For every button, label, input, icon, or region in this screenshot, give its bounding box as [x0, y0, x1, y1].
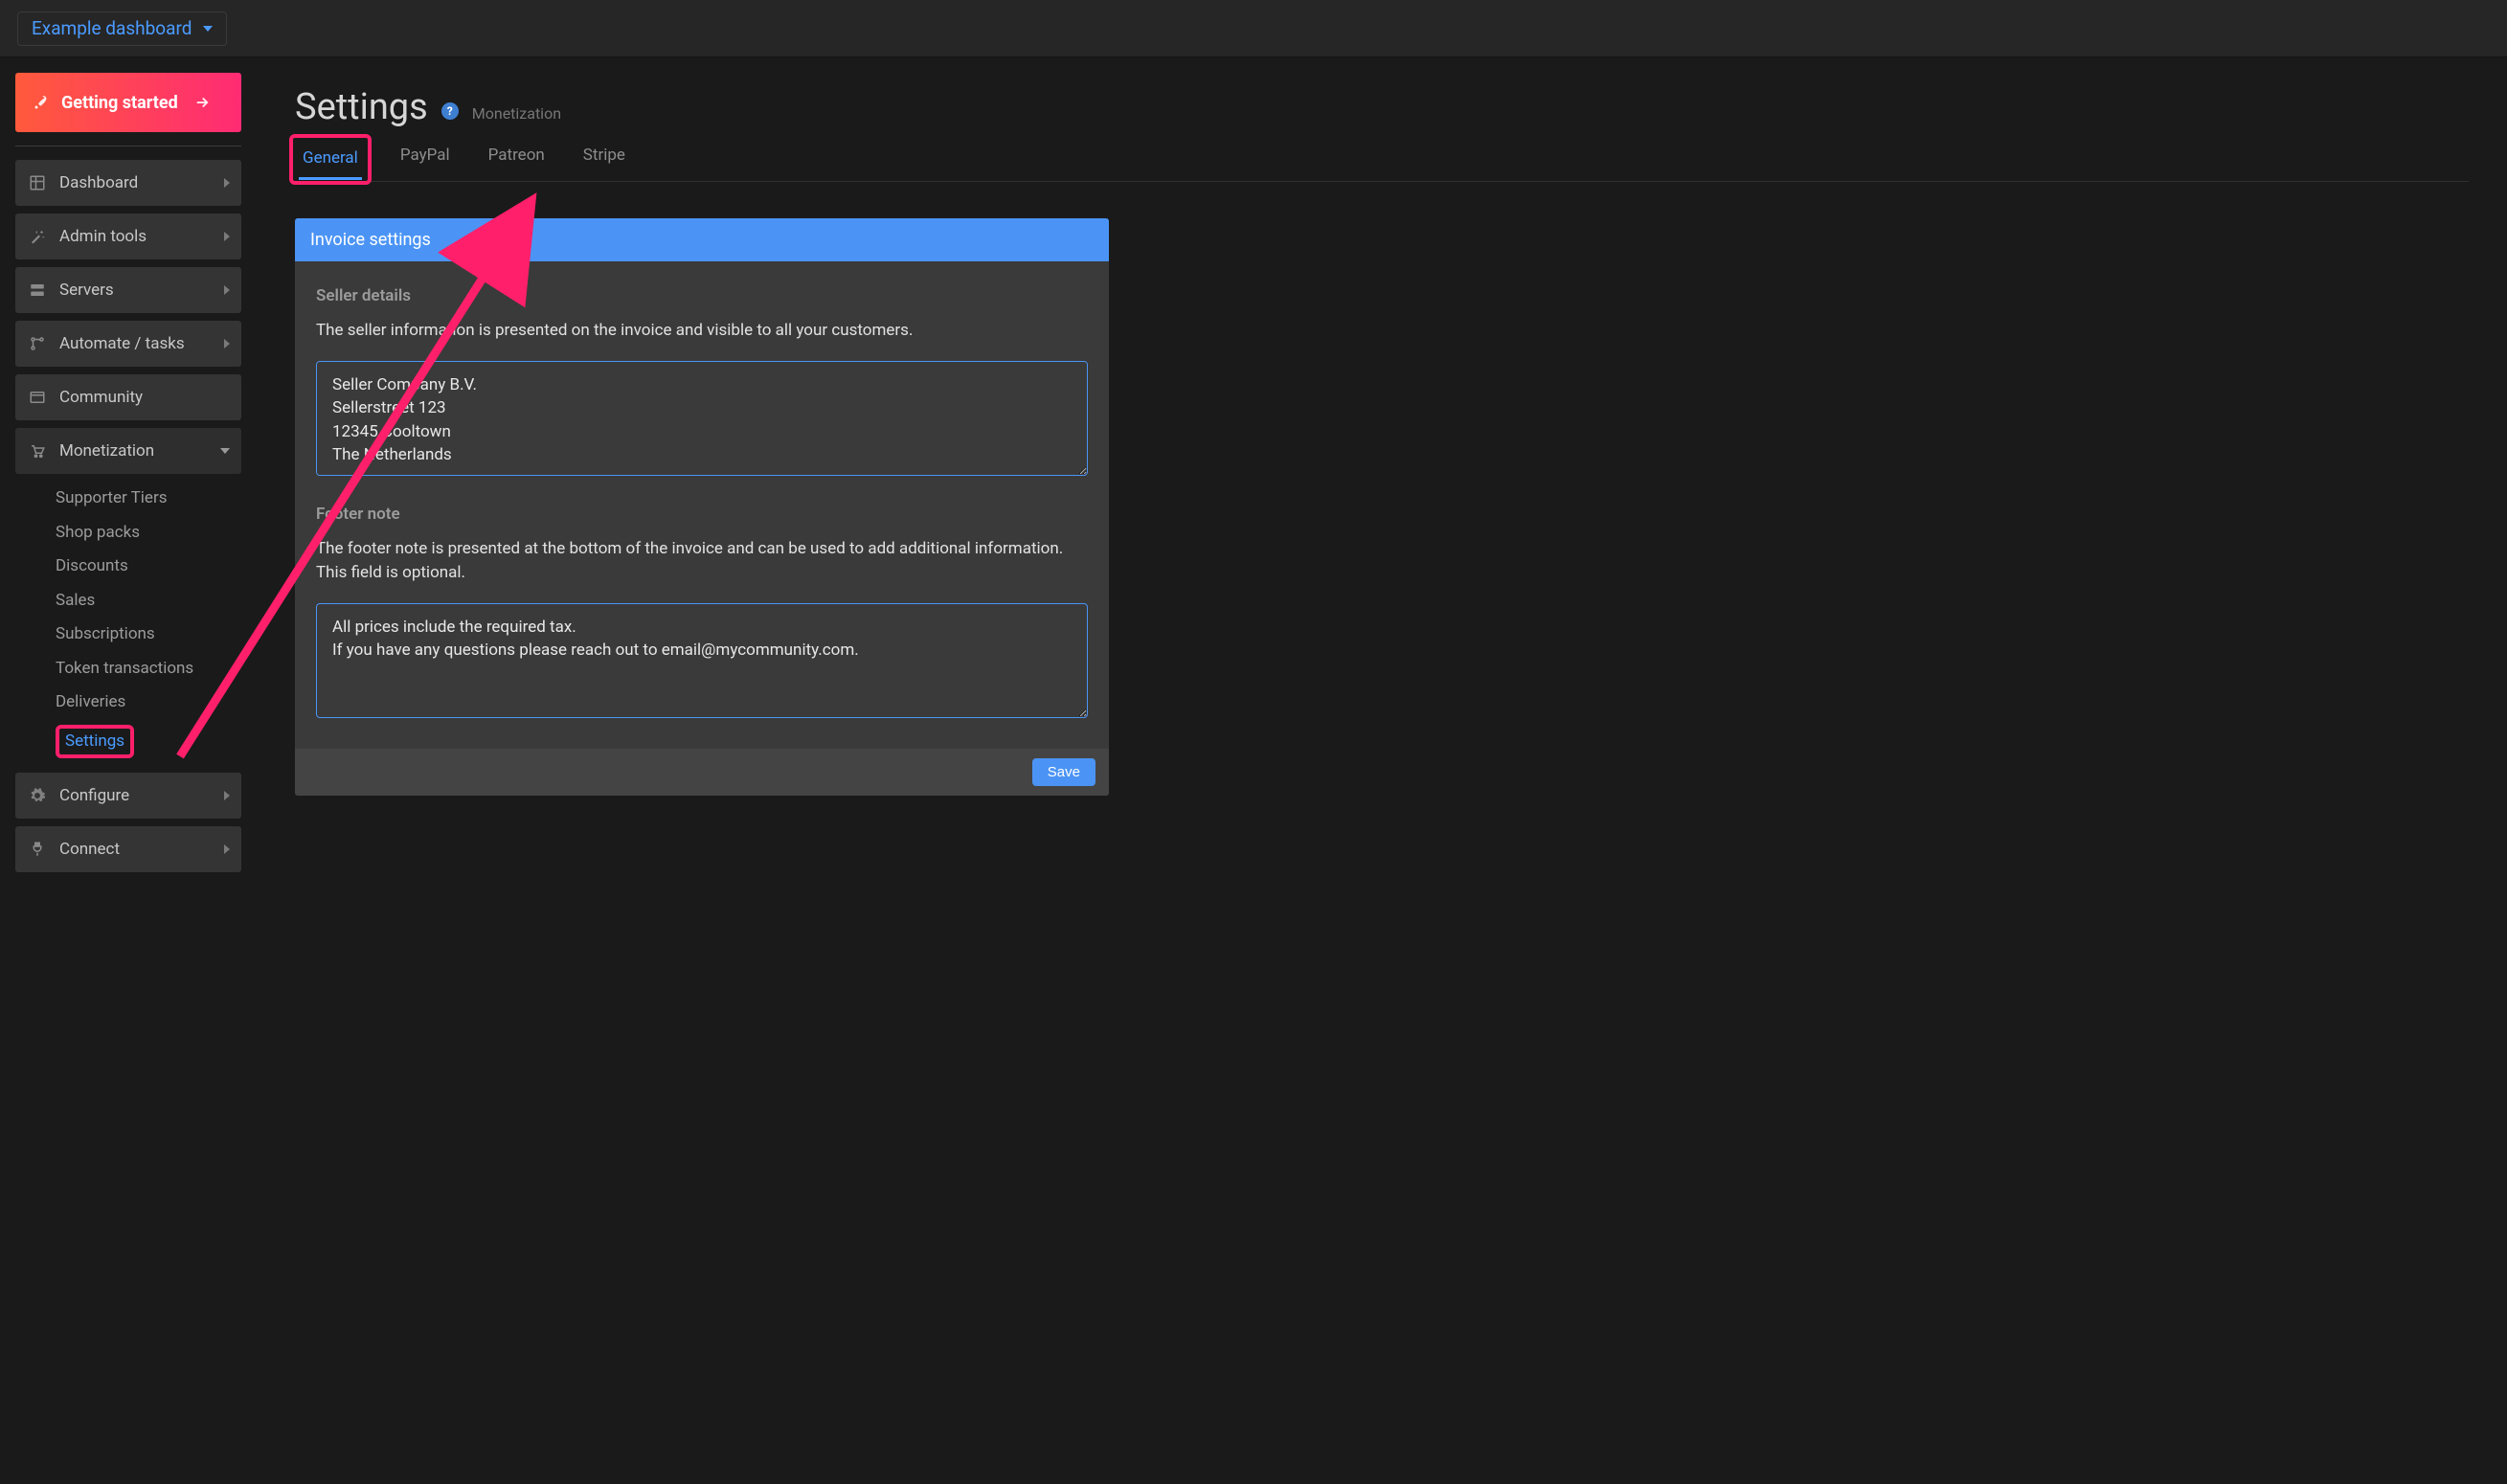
monetization-submenu: Supporter Tiers Shop packs Discounts Sal…: [15, 482, 241, 763]
sidebar-item-label: Servers: [59, 281, 114, 300]
getting-started-label: Getting started: [61, 93, 178, 113]
sidebar: Getting started Dashboard Admin tools: [0, 57, 257, 1484]
server-icon: [29, 281, 46, 299]
cart-icon: [29, 442, 46, 460]
grid-icon: [29, 174, 46, 191]
window-icon: [29, 389, 46, 406]
footer-note-textarea[interactable]: [316, 603, 1088, 718]
chevron-right-icon: [224, 791, 230, 800]
workspace-selector[interactable]: Example dashboard: [17, 11, 227, 46]
sidebar-item-label: Admin tools: [59, 227, 147, 246]
branch-icon: [29, 335, 46, 352]
page-title: Settings: [295, 86, 428, 128]
seller-details-textarea[interactable]: [316, 361, 1088, 476]
tab-general[interactable]: General: [299, 141, 362, 180]
main-content: Settings ? Monetization General PayPal P…: [257, 57, 2507, 1484]
breadcrumb: Monetization: [472, 104, 561, 123]
sidebar-item-community[interactable]: Community: [15, 374, 241, 420]
sub-item-supporter-tiers[interactable]: Supporter Tiers: [15, 482, 241, 516]
sub-item-subscriptions[interactable]: Subscriptions: [15, 618, 241, 652]
sidebar-item-configure[interactable]: Configure: [15, 773, 241, 819]
sidebar-item-label: Automate / tasks: [59, 334, 185, 353]
panel-footer: Save: [295, 749, 1109, 796]
rocket-icon: [33, 94, 50, 111]
sub-item-shop-packs[interactable]: Shop packs: [15, 516, 241, 551]
getting-started-button[interactable]: Getting started: [15, 73, 241, 132]
save-button[interactable]: Save: [1032, 758, 1095, 786]
gear-icon: [29, 787, 46, 804]
seller-details-label: Seller details: [316, 286, 1088, 305]
sidebar-item-servers[interactable]: Servers: [15, 267, 241, 313]
chevron-down-icon: [220, 448, 230, 454]
chevron-right-icon: [224, 339, 230, 349]
sidebar-item-automate[interactable]: Automate / tasks: [15, 321, 241, 367]
seller-details-desc: The seller information is presented on t…: [316, 319, 1088, 344]
tabs: General PayPal Patreon Stripe: [295, 138, 2469, 182]
annotation-highlight-settings: Settings: [56, 725, 134, 759]
invoice-settings-panel: Invoice settings Seller details The sell…: [295, 218, 1109, 796]
help-icon[interactable]: ?: [441, 102, 459, 120]
workspace-label: Example dashboard: [32, 17, 192, 39]
sidebar-item-admin-tools[interactable]: Admin tools: [15, 214, 241, 259]
sidebar-item-label: Monetization: [59, 441, 154, 461]
sidebar-item-connect[interactable]: Connect: [15, 826, 241, 872]
annotation-highlight-general-tab: General: [289, 134, 372, 185]
sub-item-discounts[interactable]: Discounts: [15, 550, 241, 584]
footer-note-label: Footer note: [316, 505, 1088, 524]
sidebar-item-dashboard[interactable]: Dashboard: [15, 160, 241, 206]
chevron-right-icon: [224, 285, 230, 295]
caret-down-icon: [203, 26, 213, 32]
sidebar-item-label: Connect: [59, 840, 120, 859]
wand-icon: [29, 228, 46, 245]
chevron-right-icon: [224, 232, 230, 241]
arrow-right-icon: [193, 94, 211, 111]
footer-note-desc: The footer note is presented at the bott…: [316, 537, 1088, 586]
panel-header: Invoice settings: [295, 218, 1109, 261]
sub-item-settings[interactable]: Settings: [15, 720, 241, 764]
page-head: Settings ? Monetization: [295, 86, 2469, 128]
sub-item-token-transactions[interactable]: Token transactions: [15, 652, 241, 686]
panel-body: Seller details The seller information is…: [295, 261, 1109, 749]
plug-icon: [29, 841, 46, 858]
tab-paypal[interactable]: PayPal: [396, 138, 454, 181]
sub-item-deliveries[interactable]: Deliveries: [15, 686, 241, 720]
sub-item-sales[interactable]: Sales: [15, 584, 241, 618]
tab-patreon[interactable]: Patreon: [485, 138, 549, 181]
tab-stripe[interactable]: Stripe: [579, 138, 629, 181]
topbar: Example dashboard: [0, 0, 2507, 57]
sidebar-item-monetization[interactable]: Monetization: [15, 428, 241, 474]
chevron-right-icon: [224, 178, 230, 188]
sidebar-item-label: Community: [59, 388, 143, 407]
chevron-right-icon: [224, 844, 230, 854]
sidebar-item-label: Configure: [59, 786, 129, 805]
sidebar-item-label: Dashboard: [59, 173, 138, 192]
